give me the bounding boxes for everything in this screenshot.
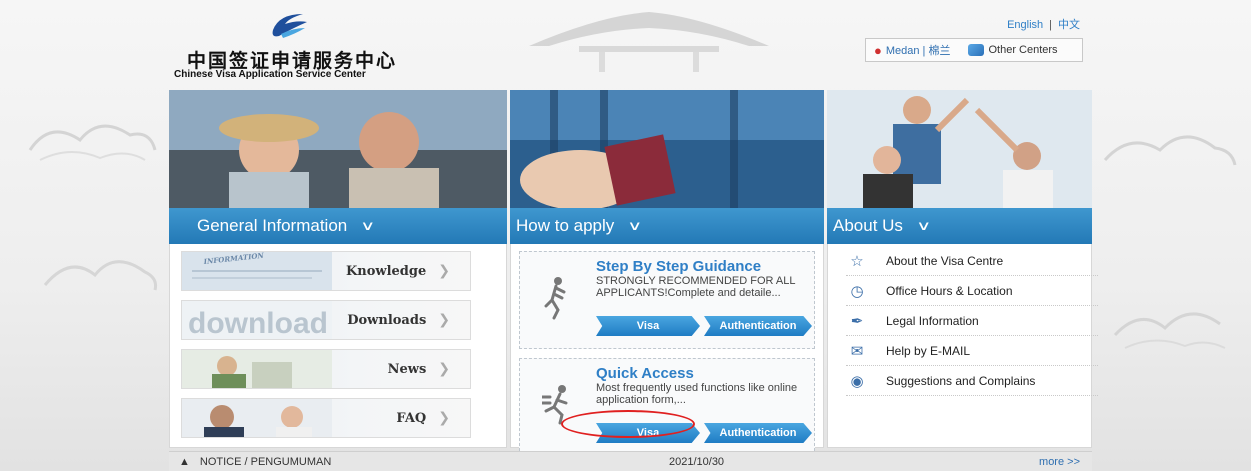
about-item-label: Help by E-MAIL (886, 343, 971, 358)
step-guidance-desc: STRONGLY RECOMMENDED FOR ALL APPLICANTS!… (596, 275, 796, 299)
how-to-apply-header[interactable]: How to apply ∨ (510, 208, 824, 244)
chevron-right-icon: ❯ (438, 263, 450, 279)
lang-separator: | (1049, 19, 1052, 31)
faq-label: FAQ (396, 410, 427, 426)
about-item-label: About the Visa Centre (886, 253, 1004, 268)
about-us-header[interactable]: About Us ∨ (827, 208, 1092, 244)
knowledge-tile[interactable]: INFORMATION Knowledge ❯ (181, 251, 471, 291)
about-visa-centre-link[interactable]: ☆ About the Visa Centre (846, 246, 1098, 276)
about-item-label: Office Hours & Location (886, 283, 1013, 298)
about-us-photo (827, 90, 1092, 208)
help-email-link[interactable]: ✉ Help by E-MAIL (846, 336, 1098, 366)
downloads-art-text: download (188, 307, 328, 339)
site-header: 中国签证申请服务中心 Chinese Visa Application Serv… (169, 0, 1092, 90)
notice-more-link[interactable]: more >> (1039, 456, 1080, 468)
chevron-right-icon: ❯ (438, 410, 450, 426)
about-item-label: Legal Information (886, 313, 979, 328)
about-item-label: Suggestions and Complains (886, 373, 1036, 388)
news-tile[interactable]: News ❯ (181, 349, 471, 389)
clock-icon: ◷ (850, 282, 864, 300)
about-us-column: About Us ∨ ☆ About the Visa Centre ◷ Off… (827, 90, 1098, 448)
notice-date: 2021/10/30 (669, 455, 725, 468)
news-label: News (387, 361, 427, 377)
warning-icon: ▲ (179, 455, 190, 468)
temple-roof-illustration (529, 12, 769, 72)
how-to-apply-title: How to apply (516, 216, 615, 235)
general-info-title: General Information (197, 216, 348, 235)
highlight-annotation-ring (561, 410, 695, 438)
notice-bar: ▲ NOTICE / PENGUMUMAN 2021/10/30 more >> (169, 451, 1092, 471)
logo-swoosh-icon[interactable] (269, 10, 309, 40)
cloud-ornament-left (28, 124, 157, 161)
notice-label[interactable]: NOTICE / PENGUMUMAN (200, 456, 331, 468)
suggestions-link[interactable]: ◉ Suggestions and Complains (846, 366, 1098, 396)
knowledge-label: Knowledge (345, 263, 427, 279)
cloud-ornament-left-2 (43, 260, 157, 291)
walking-person-icon (544, 277, 566, 320)
how-to-apply-column: How to apply ∨ Step By Step Guidance STR… (510, 90, 824, 456)
chevron-right-icon: ❯ (438, 361, 450, 377)
legal-information-link[interactable]: ✒ Legal Information (846, 306, 1098, 336)
step-visa-button[interactable]: Visa (596, 316, 700, 336)
lang-english-link[interactable]: English (1007, 19, 1043, 31)
cloud-ornament-right (1103, 135, 1237, 166)
general-info-body: INFORMATION Knowledge ❯ download Download… (169, 244, 507, 448)
downloads-art: download (182, 301, 332, 339)
about-us-title: About Us (833, 216, 903, 235)
other-centers-label: Other Centers (988, 44, 1058, 56)
mail-icon: ✉ (850, 342, 864, 360)
chevron-down-icon: ∨ (916, 218, 932, 233)
quick-access-card: Quick Access Most frequently used functi… (519, 358, 815, 456)
office-hours-link[interactable]: ◷ Office Hours & Location (846, 276, 1098, 306)
general-information-column: General Information ∨ INFORMATION Knowle… (169, 90, 507, 448)
knowledge-art: INFORMATION (182, 252, 332, 290)
quick-authentication-button[interactable]: Authentication (704, 423, 812, 443)
current-center-link[interactable]: Medan | 棉兰 (886, 42, 951, 58)
location-pin-icon: ● (874, 42, 882, 58)
chevron-right-icon: ❯ (438, 312, 450, 328)
cloud-ornament-right-2 (1113, 312, 1226, 349)
quick-access-title[interactable]: Quick Access (596, 365, 694, 382)
refresh-globe-icon (968, 44, 985, 56)
news-art (182, 350, 332, 388)
faq-tile[interactable]: FAQ ❯ (181, 398, 471, 438)
chevron-down-icon: ∨ (360, 218, 376, 233)
logo-english-text[interactable]: Chinese Visa Application Service Center (174, 69, 366, 80)
page-container: 中国签证申请服务中心 Chinese Visa Application Serv… (169, 0, 1098, 471)
star-icon: ☆ (850, 252, 864, 270)
chevron-down-icon: ∨ (627, 218, 643, 233)
other-centers-link[interactable]: Other Centers (968, 44, 1058, 56)
quick-access-desc: Most frequently used functions like onli… (596, 382, 798, 406)
step-guidance-title[interactable]: Step By Step Guidance (596, 258, 761, 275)
downloads-label: Downloads (347, 312, 427, 328)
general-info-header[interactable]: General Information ∨ (169, 208, 507, 244)
faq-art (182, 399, 332, 437)
center-selector: ● Medan | 棉兰 Other Centers (865, 38, 1083, 62)
general-info-photo (169, 90, 507, 208)
chat-icon: ◉ (850, 372, 864, 390)
step-guidance-card: Step By Step Guidance STRONGLY RECOMMEND… (519, 251, 815, 349)
language-switcher: English | 中文 (1007, 16, 1080, 32)
lang-chinese-link[interactable]: 中文 (1058, 19, 1080, 31)
how-to-apply-photo (510, 90, 824, 208)
about-us-body: ☆ About the Visa Centre ◷ Office Hours &… (827, 244, 1098, 448)
step-authentication-button[interactable]: Authentication (704, 316, 812, 336)
downloads-tile[interactable]: download Downloads ❯ (181, 300, 471, 340)
pen-icon: ✒ (850, 312, 864, 330)
